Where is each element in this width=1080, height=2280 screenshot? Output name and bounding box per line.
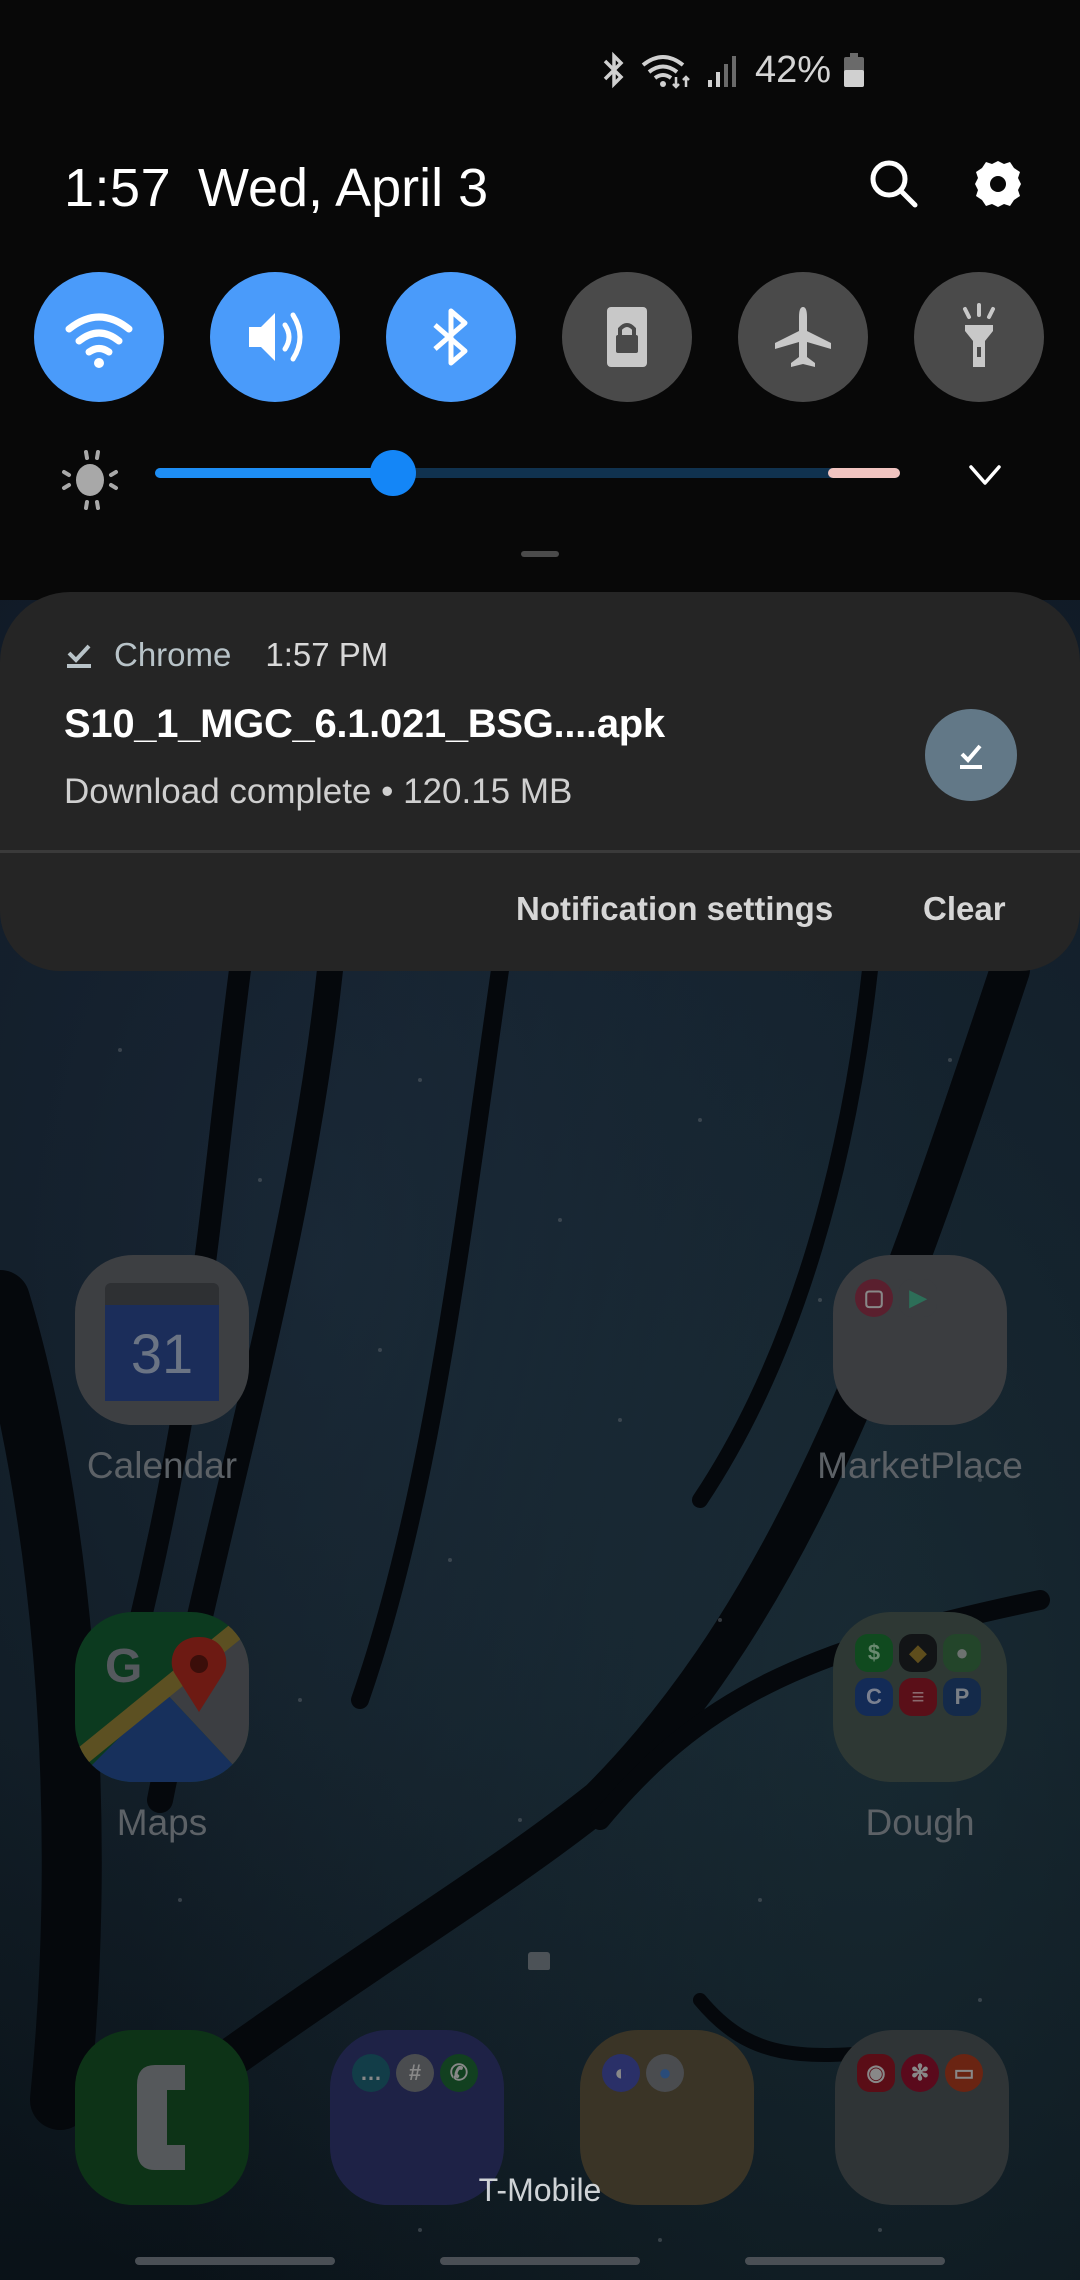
app-label: Calendar (86, 1445, 238, 1486)
gear-icon[interactable] (972, 158, 1024, 210)
notification-settings-button[interactable]: Notification settings (516, 890, 833, 928)
folder-marketplace[interactable]: ▢ ▶ MarketPlace (817, 1255, 1023, 1487)
app-label: MarketPlace (817, 1445, 1023, 1486)
binance-icon: ◆ (899, 1634, 937, 1672)
maps-g-glyph: G (105, 1640, 142, 1693)
notification-app-name: Chrome (114, 636, 232, 673)
clear-button[interactable]: Clear (923, 890, 1006, 928)
chrome-icon: ● (646, 2054, 684, 2092)
nav-back[interactable] (745, 2257, 945, 2265)
download-done-icon (67, 644, 91, 668)
signal-icon (707, 56, 736, 87)
app-calendar[interactable]: 31 Calendar (75, 1255, 249, 1487)
slack-icon: # (396, 2054, 434, 2092)
toggle-screen-lock[interactable] (562, 272, 692, 402)
app-maps[interactable]: G Maps (75, 1612, 249, 1844)
nav-recents[interactable] (135, 2257, 335, 2265)
cash-app-icon: $ (855, 1634, 893, 1672)
battery-icon (844, 53, 864, 87)
volume-icon (249, 312, 303, 362)
open-download-button[interactable] (925, 709, 1017, 801)
camera-icon: ◉ (857, 2054, 895, 2092)
toggle-sound[interactable] (210, 272, 340, 402)
folder-dough[interactable]: $ ◆ ● C ≡ P Dough (833, 1612, 1007, 1844)
whatsapp-icon: ✆ (440, 2054, 478, 2092)
carrier-label: T-Mobile (478, 2172, 602, 2208)
home-page-indicator (528, 1952, 550, 1970)
airplane-icon (775, 307, 831, 367)
video-icon: ▭ (945, 2054, 983, 2092)
paypal-icon: P (943, 1678, 981, 1716)
app-label: Dough (865, 1802, 975, 1843)
toggle-wifi[interactable] (34, 272, 164, 402)
notification-subtitle: Download complete • 120.15 MB (64, 772, 573, 811)
bluetooth-icon (433, 308, 468, 366)
toggle-airplane-mode[interactable] (738, 272, 868, 402)
notification-title: S10_1_MGC_6.1.021_BSG....apk (64, 702, 665, 746)
brightness-high-zone (828, 468, 900, 478)
quick-panel-background (0, 0, 1080, 600)
status-bar: 42% (601, 48, 865, 92)
acorns-icon: ● (943, 1634, 981, 1672)
rotation-lock-icon (607, 307, 647, 367)
calendar-day: 31 (105, 1305, 219, 1401)
maps-graphic: G (75, 1612, 249, 1782)
wifi-icon (641, 55, 690, 89)
calendar-icon[interactable]: 31 (75, 1255, 249, 1425)
app-label: Maps (116, 1802, 208, 1843)
panel-drag-handle[interactable] (521, 551, 559, 557)
flashlight-icon (963, 303, 995, 367)
galaxy-store-icon: ▢ (855, 1279, 893, 1317)
date: Wed, April 3 (198, 158, 489, 218)
gallery-icon: ✻ (901, 2054, 939, 2092)
brightness-fill (155, 468, 394, 478)
notification-card[interactable]: Chrome 1:57 PM S10_1_MGC_6.1.021_BSG....… (0, 592, 1080, 971)
chevron-down-icon[interactable] (965, 455, 1005, 495)
coinbase-icon: C (855, 1678, 893, 1716)
search-icon[interactable] (868, 158, 920, 210)
bank-of-america-icon: ≡ (899, 1678, 937, 1716)
toggle-flashlight[interactable] (914, 272, 1044, 402)
play-store-icon: ▶ (899, 1279, 937, 1317)
folder-icon[interactable]: $ ◆ ● C ≡ P (833, 1612, 1007, 1782)
folder-icon[interactable]: ▢ ▶ (833, 1255, 1007, 1425)
notification-time: 1:57 PM (265, 636, 389, 673)
nav-home[interactable] (440, 2257, 640, 2265)
clock: 1:57 (64, 158, 172, 218)
notification-header: Chrome 1:57 PM (64, 636, 388, 674)
download-done-icon (960, 744, 982, 769)
battery-percent: 42% (754, 48, 831, 91)
bluetooth-icon (603, 51, 624, 89)
notification-divider (0, 850, 1080, 853)
messages-icon: … (352, 2054, 390, 2092)
brightness-slider[interactable] (155, 450, 900, 496)
brightness-icon (62, 450, 118, 510)
samsung-internet-icon: ◐ (602, 2054, 640, 2092)
toggle-bluetooth[interactable] (386, 272, 516, 402)
wifi-icon (65, 313, 133, 368)
maps-icon[interactable]: G (75, 1612, 249, 1782)
